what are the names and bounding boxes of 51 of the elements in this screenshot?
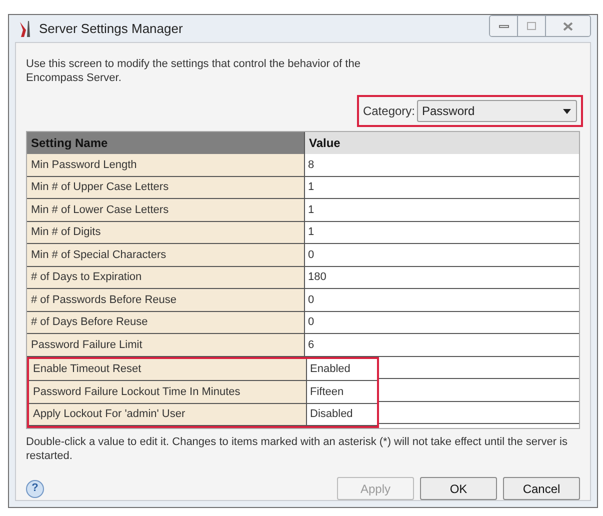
category-dropdown[interactable]: Password [417,100,577,122]
table-row[interactable]: Min # of Lower Case Letters 1 [27,199,375,222]
table-row[interactable]: Enable Timeout Reset Enabled [29,358,377,381]
setting-name-cell: # of Days to Expiration [27,266,305,288]
setting-name-cell: Min # of Digits [27,222,305,243]
table-row[interactable]: Password Failure Limit 6 [27,334,375,356]
setting-value-cell[interactable]: 1 [305,176,375,198]
table-row[interactable]: Min Password Length 8 [27,154,375,176]
intro-text: Use this screen to modify the settings that control the behavior of the Encompass Server. [26,57,362,85]
table-row[interactable]: # of Passwords Before Reuse 0 [27,289,375,312]
close-button[interactable] [546,16,590,36]
table-row[interactable]: Password Failure Lockout Time In Minutes Fifteen [29,381,377,404]
table-row[interactable]: Min # of Special Characters 0 [27,244,375,266]
setting-name-cell: Min # of Lower Case Letters [27,199,305,220]
table-row[interactable]: # of Days to Expiration 180 [27,266,375,289]
setting-value-cell[interactable]: 1 [305,199,375,220]
setting-name-cell: # of Passwords Before Reuse [27,289,305,310]
setting-value-cell[interactable]: 0 [305,244,375,266]
setting-value-cell[interactable]: 8 [305,154,375,176]
setting-name-cell: Password Failure Lockout Time In Minutes [29,381,307,402]
category-label: Category: [362,103,415,120]
setting-value-cell[interactable]: Disabled [307,404,377,425]
setting-value-cell[interactable]: Fifteen [307,381,377,402]
setting-value-cell[interactable]: 1 [305,222,375,243]
window-title: Server Settings Manager [39,20,183,38]
table-row[interactable]: Min # of Upper Case Letters 1 [27,176,375,199]
column-header: Value [305,132,579,154]
setting-value-cell[interactable]: 0 [305,312,375,333]
table-row[interactable]: # of Days Before Reuse 0 [27,312,375,334]
maximize-button[interactable] [518,16,546,36]
note-text: Double-click a value to edit it. Changes to items marked with an asterisk (*) will not take effect until the server is restarted. [26,435,568,463]
setting-value-cell[interactable]: 0 [305,289,375,310]
column-header: Setting Name [27,132,305,154]
table-row[interactable]: Apply Lockout For 'admin' User Disabled [29,404,377,426]
setting-value-cell[interactable]: Enabled [307,358,377,380]
table-row[interactable]: Min # of Digits 1 [27,222,375,244]
setting-name-cell: Min # of Upper Case Letters [27,176,305,198]
help-button[interactable]: ? [26,480,44,498]
setting-name-cell: Password Failure Limit [27,334,305,356]
dialog-button[interactable]: Cancel [503,477,580,500]
close-icon [563,22,573,30]
minimize-button[interactable] [490,16,518,36]
setting-name-cell: Apply Lockout For 'admin' User [29,404,307,425]
dialog-button[interactable]: OK [420,477,497,500]
caret-icon [563,108,571,114]
setting-name-cell: Min Password Length [27,154,305,176]
setting-value-cell[interactable]: 180 [305,266,375,288]
setting-name-cell: # of Days Before Reuse [27,312,305,333]
setting-value-cell[interactable]: 6 [305,334,375,356]
setting-name-cell: Enable Timeout Reset [29,358,307,380]
setting-name-cell: Min # of Special Characters [27,244,305,266]
